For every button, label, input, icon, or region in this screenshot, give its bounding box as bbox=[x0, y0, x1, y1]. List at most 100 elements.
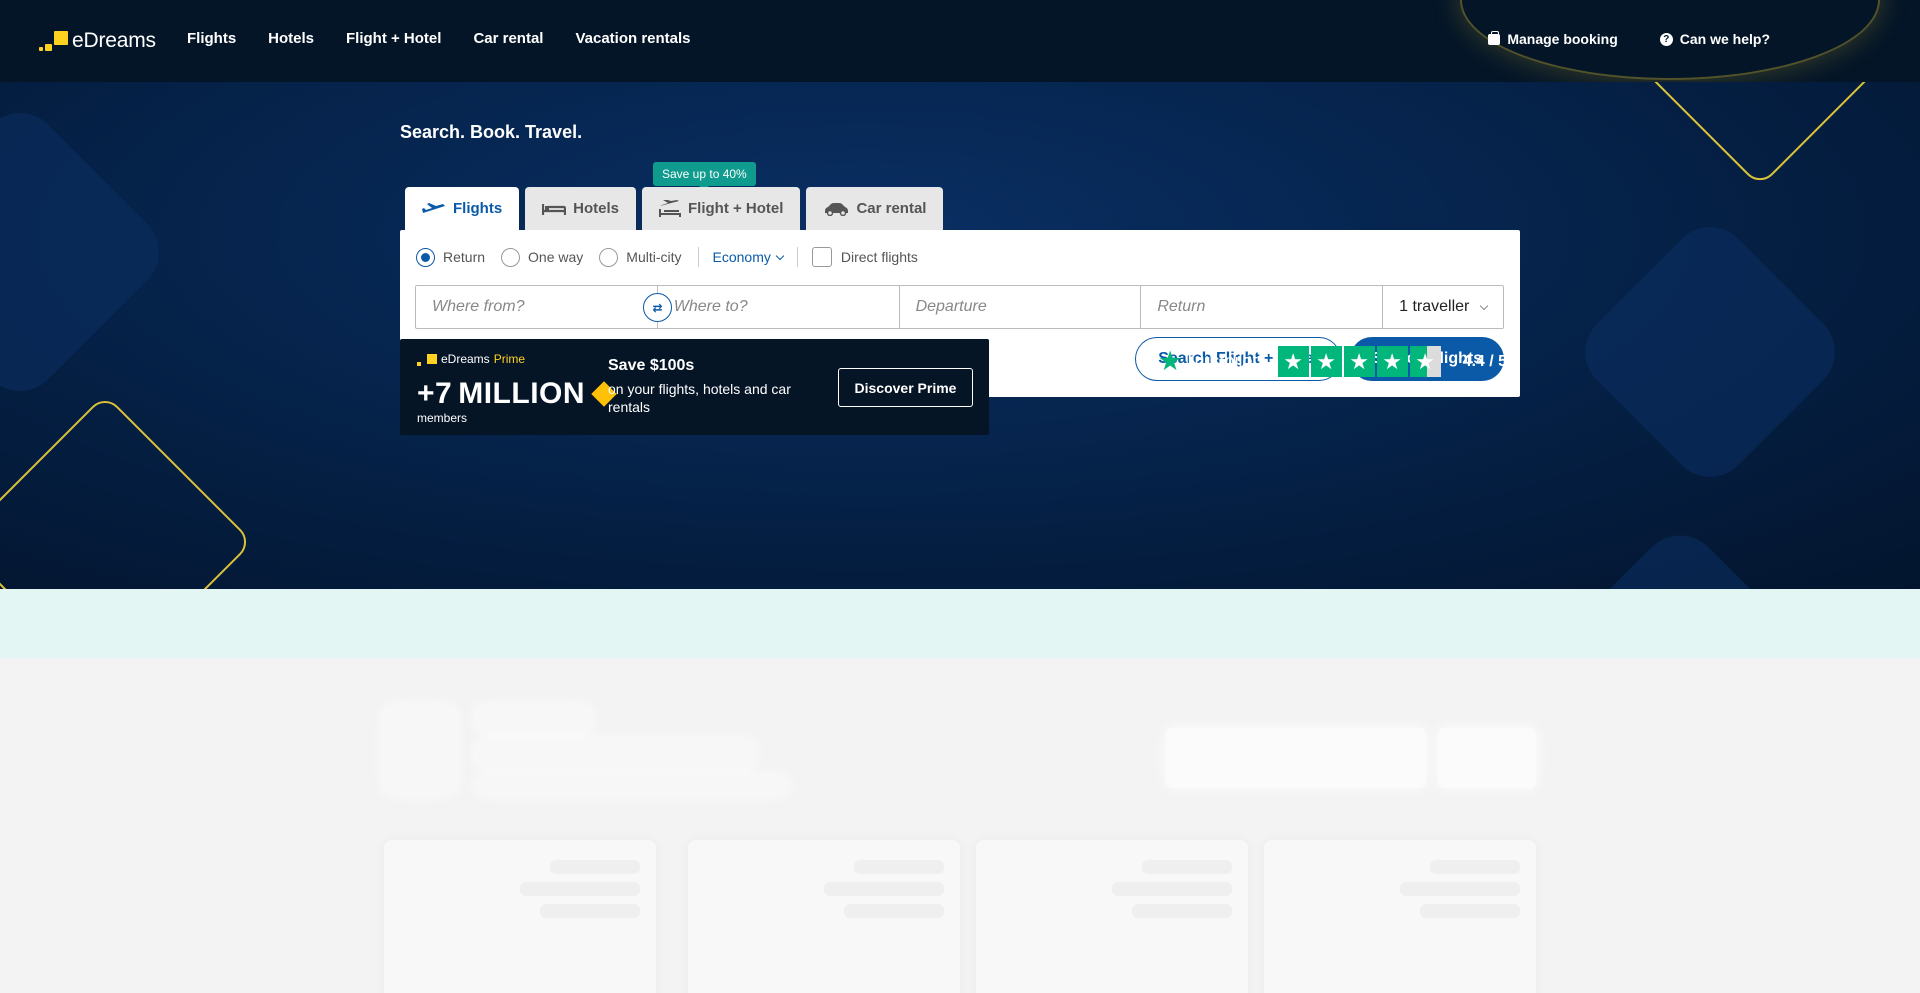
star-icon: ★ bbox=[1310, 346, 1342, 377]
tab-flights[interactable]: Flights bbox=[405, 187, 520, 230]
destination-input[interactable]: Where to? bbox=[658, 286, 900, 328]
question-icon: ? bbox=[1659, 32, 1673, 46]
prime-logo-square-icon bbox=[427, 354, 437, 364]
prime-logo-dot-icon bbox=[417, 362, 421, 366]
skeleton-card bbox=[1264, 840, 1536, 993]
tab-label: Flight + Hotel bbox=[688, 200, 784, 217]
info-strip bbox=[0, 589, 1920, 658]
decorative-shape bbox=[1568, 210, 1852, 494]
tab-car-rental[interactable]: Car rental bbox=[806, 187, 944, 230]
skeleton-card bbox=[688, 840, 960, 993]
departure-date-input[interactable]: Departure bbox=[900, 286, 1142, 328]
promo-badge: Save up to 40% bbox=[653, 162, 756, 191]
radio-selected-icon bbox=[416, 247, 435, 267]
tab-label: Car rental bbox=[856, 200, 927, 217]
decorative-shape bbox=[1566, 518, 1794, 589]
travellers-select[interactable]: 1 traveller bbox=[1383, 286, 1503, 328]
checkbox-icon bbox=[811, 247, 832, 267]
tab-flight-hotel[interactable]: Flight + Hotel bbox=[642, 187, 801, 230]
star-icon: ★ bbox=[1277, 346, 1309, 377]
tab-label: Flights bbox=[453, 200, 503, 217]
trustpilot-star-icon: ★ bbox=[1158, 346, 1183, 376]
car-icon bbox=[825, 202, 849, 216]
trip-type-one-way[interactable]: One way bbox=[501, 247, 584, 267]
hero-tagline: Search. Book. Travel. bbox=[400, 122, 583, 142]
decorative-shape bbox=[1604, 82, 1916, 188]
divider bbox=[796, 247, 798, 267]
prime-banner: eDreams Prime +7 MILLION members Save $10… bbox=[400, 339, 989, 435]
cabin-class-select[interactable]: Economy bbox=[712, 249, 785, 265]
logo-mark-icon bbox=[38, 29, 70, 53]
prime-save-subtitle: on your flights, hotels and car rentals bbox=[608, 381, 791, 415]
trustpilot-score: 4.4 / 5 bbox=[1462, 352, 1508, 370]
trip-type-label: One way bbox=[528, 249, 584, 265]
skeleton-placeholder bbox=[476, 740, 754, 768]
radio-icon bbox=[501, 247, 521, 267]
prime-members-label: members bbox=[417, 411, 468, 425]
manage-booking-link[interactable]: Manage booking bbox=[1488, 30, 1618, 47]
prime-count-prefix: +7 bbox=[417, 377, 453, 410]
prime-logo: eDreams Prime bbox=[417, 352, 525, 366]
hero-section: Search. Book. Travel. Save up to 40% Fli… bbox=[0, 82, 1920, 589]
direct-flights-label: Direct flights bbox=[840, 249, 918, 265]
direct-flights-checkbox[interactable]: Direct flights bbox=[811, 247, 918, 267]
discover-prime-button[interactable]: Discover Prime bbox=[838, 368, 973, 407]
tab-label: Hotels bbox=[573, 200, 620, 217]
trustpilot-rating[interactable]: ★ Trustpilot ★ ★ ★ ★ ★ 4.4 / 5 bbox=[1158, 345, 1507, 378]
nav-flight-hotel[interactable]: Flight + Hotel bbox=[346, 30, 441, 47]
nav-hotels[interactable]: Hotels bbox=[268, 30, 314, 47]
half-star-icon: ★ bbox=[1409, 346, 1441, 377]
divider bbox=[697, 247, 699, 267]
decorative-shape bbox=[0, 393, 254, 589]
skeleton-placeholder bbox=[1166, 728, 1426, 788]
manage-booking-label: Manage booking bbox=[1507, 31, 1618, 47]
nav-vacation-rentals[interactable]: Vacation rentals bbox=[575, 30, 690, 47]
trustpilot-name: Trustpilot bbox=[1184, 351, 1258, 371]
edreams-logo[interactable]: eDreams bbox=[38, 27, 156, 55]
radio-icon bbox=[599, 247, 619, 267]
briefcase-icon bbox=[1488, 30, 1501, 45]
star-icon: ★ bbox=[1376, 346, 1408, 377]
skeleton-card bbox=[976, 840, 1248, 993]
trip-type-multi-city[interactable]: Multi-city bbox=[599, 247, 682, 267]
swap-arrows-icon: ⇄ bbox=[652, 300, 663, 315]
trip-type-label: Return bbox=[443, 249, 486, 265]
tab-hotels[interactable]: Hotels bbox=[525, 187, 637, 230]
return-date-input[interactable]: Return bbox=[1141, 286, 1384, 328]
trip-type-return[interactable]: Return bbox=[416, 247, 486, 267]
travellers-value: 1 traveller bbox=[1399, 298, 1470, 315]
chevron-down-icon bbox=[775, 251, 785, 260]
prime-save-title: Save $100s bbox=[608, 357, 695, 374]
help-link[interactable]: ? Can we help? bbox=[1659, 31, 1770, 47]
main-nav: Flights Hotels Flight + Hotel Car rental… bbox=[187, 30, 691, 47]
decorative-shape bbox=[0, 96, 176, 408]
skeleton-placeholder bbox=[384, 706, 456, 794]
star-icon: ★ bbox=[1343, 346, 1375, 377]
prime-count-word: MILLION bbox=[458, 377, 586, 410]
prime-member-count: +7 MILLION bbox=[417, 377, 619, 411]
rating-stars: ★ ★ ★ ★ ★ bbox=[1277, 346, 1441, 377]
skeleton-placeholder bbox=[1438, 728, 1536, 788]
cabin-class-value: Economy bbox=[712, 249, 771, 265]
product-tabs: Flights Hotels Flight + Hotel Car rental bbox=[405, 187, 944, 230]
help-label: Can we help? bbox=[1679, 31, 1770, 47]
plane-icon bbox=[422, 202, 445, 213]
trip-options-row: Return One way Multi-city Economy Direct… bbox=[416, 247, 918, 267]
prime-brand-accent: Prime bbox=[493, 352, 526, 366]
bed-icon bbox=[542, 203, 567, 215]
utility-nav: Manage booking ? Can we help? bbox=[1488, 30, 1770, 47]
chevron-down-icon bbox=[1479, 301, 1489, 310]
origin-input[interactable]: Where from? bbox=[416, 286, 658, 328]
nav-flights[interactable]: Flights bbox=[187, 30, 236, 47]
trip-type-label: Multi-city bbox=[626, 249, 682, 265]
logo-text: eDreams bbox=[72, 29, 156, 52]
skeleton-placeholder bbox=[476, 776, 788, 794]
top-navigation-bar: eDreams Flights Hotels Flight + Hotel Ca… bbox=[0, 0, 1920, 82]
plane-bed-icon bbox=[659, 199, 682, 217]
swap-locations-button[interactable]: ⇄ bbox=[643, 293, 672, 322]
skeleton-placeholder bbox=[476, 706, 592, 732]
nav-car-rental[interactable]: Car rental bbox=[473, 30, 543, 47]
prime-brand-main: eDreams bbox=[441, 352, 490, 366]
search-fields-row: Where from? Where to? Departure Return 1… bbox=[415, 285, 1504, 329]
skeleton-card bbox=[384, 840, 656, 993]
